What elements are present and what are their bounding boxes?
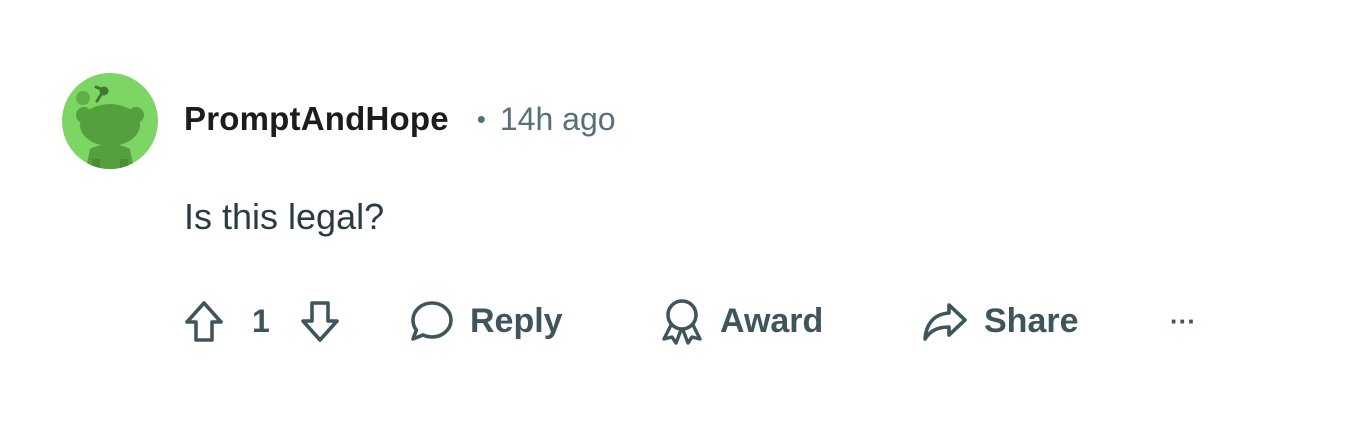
comment-bubble-icon: [411, 301, 453, 341]
share-button[interactable]: Share: [920, 293, 1079, 349]
downvote-button[interactable]: [298, 293, 342, 349]
vote-score: 1: [252, 293, 270, 349]
upvote-arrow-icon: [185, 301, 223, 342]
snoo-avatar-icon: [62, 73, 158, 169]
comment-timestamp[interactable]: 14h ago: [500, 101, 616, 138]
award-label: Award: [720, 301, 824, 340]
more-options-icon: ···: [1170, 305, 1196, 336]
share-label: Share: [984, 301, 1079, 340]
downvote-arrow-icon: [301, 301, 339, 342]
reply-label: Reply: [470, 301, 563, 340]
vote-count: 1: [252, 302, 270, 339]
comment-body: Is this legal?: [184, 196, 385, 237]
comment-action-bar: 1 Reply Award Share ···: [180, 293, 1230, 349]
reply-button[interactable]: Reply: [408, 293, 563, 349]
avatar[interactable]: [62, 73, 158, 169]
comment: PromptAndHope • 14h ago Is this legal? 1…: [0, 0, 1372, 444]
share-arrow-icon: [923, 303, 967, 341]
meta-separator: •: [476, 103, 486, 134]
comment-header: PromptAndHope • 14h ago: [184, 97, 616, 141]
award-button[interactable]: Award: [658, 293, 823, 349]
upvote-button[interactable]: [182, 293, 226, 349]
award-ribbon-icon: [662, 299, 702, 345]
more-options-button[interactable]: ···: [1170, 293, 1196, 349]
username-link[interactable]: PromptAndHope: [184, 100, 449, 138]
